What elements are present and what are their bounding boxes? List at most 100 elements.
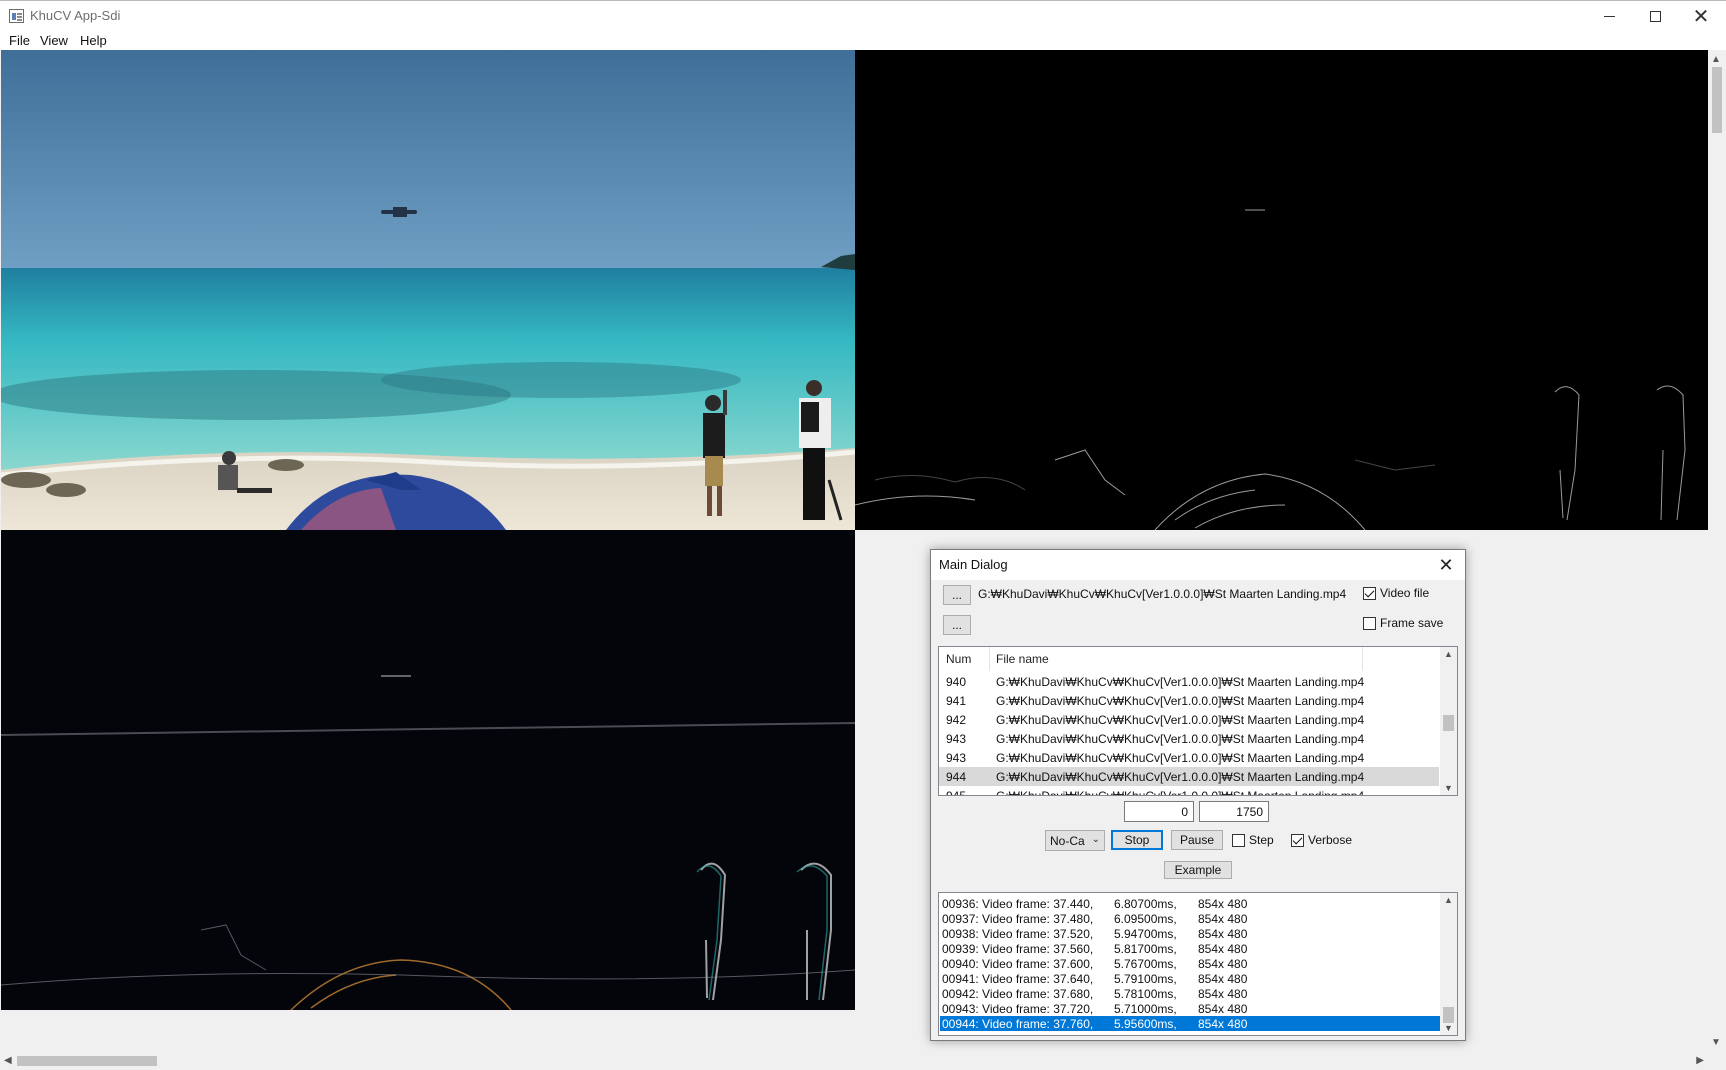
- checkbox-box[interactable]: [1363, 616, 1376, 630]
- main-vertical-scrollbar[interactable]: ▲ ▼: [1708, 50, 1726, 1052]
- file-list-row[interactable]: 943 G:₩KhuDavi₩KhuCv₩KhuCv[Ver1.0.0.0]₩St…: [939, 748, 1439, 767]
- maximize-button[interactable]: [1632, 1, 1678, 31]
- log-time-text: 5.78100ms,: [1114, 987, 1177, 1001]
- chevron-down-icon: ⌄: [1091, 834, 1100, 845]
- app-icon: [9, 9, 24, 23]
- file-list-row[interactable]: 942 G:₩KhuDavi₩KhuCv₩KhuCv[Ver1.0.0.0]₩St…: [939, 710, 1439, 729]
- frame-save-checkbox[interactable]: Frame save: [1363, 616, 1443, 630]
- browse-save-button[interactable]: ...: [943, 615, 971, 635]
- file-list-rows: 940 G:₩KhuDavi₩KhuCv₩KhuCv[Ver1.0.0.0]₩St…: [939, 672, 1439, 796]
- column-separator: [1362, 647, 1363, 671]
- log-frame-text: 00938: Video frame: 37.520,: [942, 927, 1094, 941]
- scroll-down-icon[interactable]: ▼: [1444, 1023, 1453, 1033]
- log-time-text: 5.79100ms,: [1114, 972, 1177, 986]
- frame-start-field[interactable]: 0: [1124, 801, 1194, 822]
- horizontal-scroll-thumb[interactable]: [17, 1056, 157, 1066]
- log-frame-text: 00936: Video frame: 37.440,: [942, 897, 1094, 911]
- log-size-text: 854x 480: [1198, 1017, 1248, 1031]
- checkbox-box[interactable]: [1291, 833, 1304, 847]
- vertical-scroll-thumb[interactable]: [1712, 67, 1722, 133]
- log-size-text: 854x 480: [1198, 957, 1248, 971]
- checkbox-box[interactable]: [1232, 833, 1245, 847]
- log-frame-text: 00944: Video frame: 37.760,: [942, 1017, 1094, 1031]
- step-checkbox[interactable]: Step: [1232, 833, 1274, 847]
- log-list-scrollbar[interactable]: ▲ ▼: [1440, 893, 1457, 1035]
- column-num[interactable]: Num: [946, 652, 971, 666]
- file-list-header: Num File name: [939, 647, 1439, 671]
- file-list-filename: G:₩KhuDavi₩KhuCv₩KhuCv[Ver1.0.0.0]₩St Ma…: [996, 732, 1365, 746]
- dialog-close-button[interactable]: ✕: [1433, 552, 1459, 578]
- log-size-text: 854x 480: [1198, 972, 1248, 986]
- close-icon: ✕: [1692, 4, 1710, 28]
- log-row[interactable]: 00941: Video frame: 37.640, 5.79100ms, 854…: [940, 971, 1440, 986]
- log-frame-text: 00937: Video frame: 37.480,: [942, 912, 1094, 926]
- menu-help[interactable]: Help: [80, 33, 107, 48]
- scroll-up-icon[interactable]: ▲: [1711, 54, 1721, 65]
- edge-scene-image: [855, 50, 1709, 530]
- file-list-num: 942: [946, 713, 967, 727]
- file-list-view[interactable]: Num File name 940 G:₩KhuDavi₩KhuCv₩KhuCv[…: [938, 646, 1458, 796]
- example-button[interactable]: Example: [1164, 861, 1232, 879]
- file-list-scrollbar[interactable]: ▲ ▼: [1440, 647, 1457, 795]
- frame-end-field[interactable]: 1750: [1199, 801, 1269, 822]
- log-frame-text: 00939: Video frame: 37.560,: [942, 942, 1094, 956]
- scroll-up-icon[interactable]: ▲: [1444, 895, 1453, 905]
- close-button[interactable]: ✕: [1678, 1, 1724, 31]
- checkbox-box[interactable]: [1363, 586, 1376, 600]
- close-icon: ✕: [1438, 554, 1454, 576]
- file-list-row[interactable]: 944 G:₩KhuDavi₩KhuCv₩KhuCv[Ver1.0.0.0]₩St…: [939, 767, 1439, 786]
- file-list-row[interactable]: 941 G:₩KhuDavi₩KhuCv₩KhuCv[Ver1.0.0.0]₩St…: [939, 691, 1439, 710]
- log-row[interactable]: 00944: Video frame: 37.760, 5.95600ms, 854…: [940, 1016, 1440, 1031]
- camera-select[interactable]: No-Ca ⌄: [1045, 830, 1105, 851]
- file-list-filename: G:₩KhuDavi₩KhuCv₩KhuCv[Ver1.0.0.0]₩St Ma…: [996, 694, 1365, 708]
- log-frame-text: 00943: Video frame: 37.720,: [942, 1002, 1094, 1016]
- scroll-down-icon[interactable]: ▼: [1711, 1037, 1721, 1048]
- frame-save-label: Frame save: [1380, 616, 1444, 630]
- log-row[interactable]: 00939: Video frame: 37.560, 5.81700ms, 854…: [940, 941, 1440, 956]
- log-row[interactable]: 00937: Video frame: 37.480, 6.09500ms, 854…: [940, 911, 1440, 926]
- original-frame-view: [1, 50, 855, 530]
- menu-view[interactable]: View: [40, 33, 68, 48]
- minimize-button[interactable]: [1586, 1, 1632, 31]
- scroll-up-icon[interactable]: ▲: [1444, 649, 1453, 659]
- dialog-title: Main Dialog: [939, 557, 1008, 572]
- verbose-checkbox[interactable]: Verbose: [1291, 833, 1352, 847]
- stop-button[interactable]: Stop: [1111, 830, 1163, 850]
- edge-frame-view: [855, 50, 1709, 530]
- dialog-title-bar[interactable]: Main Dialog ✕: [931, 550, 1465, 580]
- main-horizontal-scrollbar[interactable]: ◀ ▶: [0, 1052, 1708, 1070]
- file-list-row[interactable]: 943 G:₩KhuDavi₩KhuCv₩KhuCv[Ver1.0.0.0]₩St…: [939, 729, 1439, 748]
- scroll-left-icon[interactable]: ◀: [4, 1055, 12, 1066]
- browse-video-button[interactable]: ...: [943, 585, 971, 605]
- pause-button[interactable]: Pause: [1171, 830, 1223, 850]
- scroll-down-icon[interactable]: ▼: [1444, 783, 1453, 793]
- log-time-text: 5.95600ms,: [1114, 1017, 1177, 1031]
- menu-bar: File View Help: [0, 30, 1726, 50]
- column-separator: [989, 647, 990, 671]
- file-list-row[interactable]: 945 G:₩KhuDavi₩KhuCv₩KhuCv[Ver1.0.0.0]₩St…: [939, 786, 1439, 796]
- video-file-label: Video file: [1380, 586, 1430, 600]
- menu-file[interactable]: File: [9, 33, 30, 48]
- log-list-scroll-thumb[interactable]: [1443, 1007, 1454, 1023]
- log-row[interactable]: 00940: Video frame: 37.600, 5.76700ms, 854…: [940, 956, 1440, 971]
- verbose-label: Verbose: [1308, 833, 1353, 847]
- log-row[interactable]: 00936: Video frame: 37.440, 6.80700ms, 854…: [940, 896, 1440, 911]
- difference-scene-image: [1, 530, 855, 1010]
- log-row[interactable]: 00942: Video frame: 37.680, 5.78100ms, 854…: [940, 986, 1440, 1001]
- file-list-scroll-thumb[interactable]: [1443, 715, 1454, 731]
- beach-scene-image: [1, 50, 855, 530]
- file-list-num: 945: [946, 789, 967, 796]
- log-list[interactable]: 00936: Video frame: 37.440, 6.80700ms, 854…: [938, 892, 1458, 1036]
- log-row[interactable]: 00938: Video frame: 37.520, 5.94700ms, 854…: [940, 926, 1440, 941]
- log-row[interactable]: 00943: Video frame: 37.720, 5.71000ms, 854…: [940, 1001, 1440, 1016]
- column-file-name[interactable]: File name: [996, 652, 1049, 666]
- file-list-filename: G:₩KhuDavi₩KhuCv₩KhuCv[Ver1.0.0.0]₩St Ma…: [996, 770, 1365, 784]
- scroll-right-icon[interactable]: ▶: [1696, 1055, 1704, 1066]
- log-size-text: 854x 480: [1198, 942, 1248, 956]
- maximize-icon: [1649, 10, 1661, 22]
- log-size-text: 854x 480: [1198, 987, 1248, 1001]
- video-file-checkbox[interactable]: Video file: [1363, 586, 1429, 600]
- file-list-row[interactable]: 940 G:₩KhuDavi₩KhuCv₩KhuCv[Ver1.0.0.0]₩St…: [939, 672, 1439, 691]
- window-title: KhuCV App-Sdi: [30, 8, 121, 23]
- log-size-text: 854x 480: [1198, 927, 1248, 941]
